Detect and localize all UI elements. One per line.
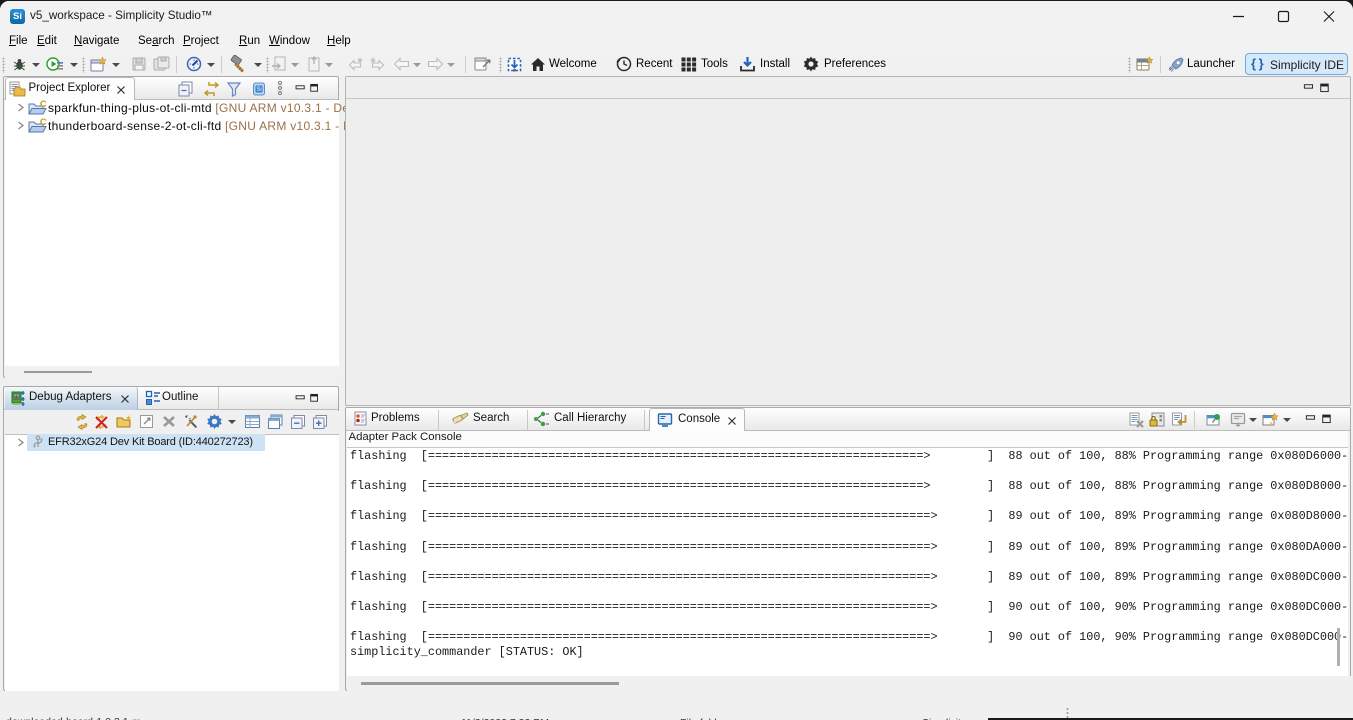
- svg-text:C: C: [40, 99, 47, 109]
- svg-text:Si: Si: [256, 87, 261, 93]
- svg-text:C: C: [40, 117, 47, 127]
